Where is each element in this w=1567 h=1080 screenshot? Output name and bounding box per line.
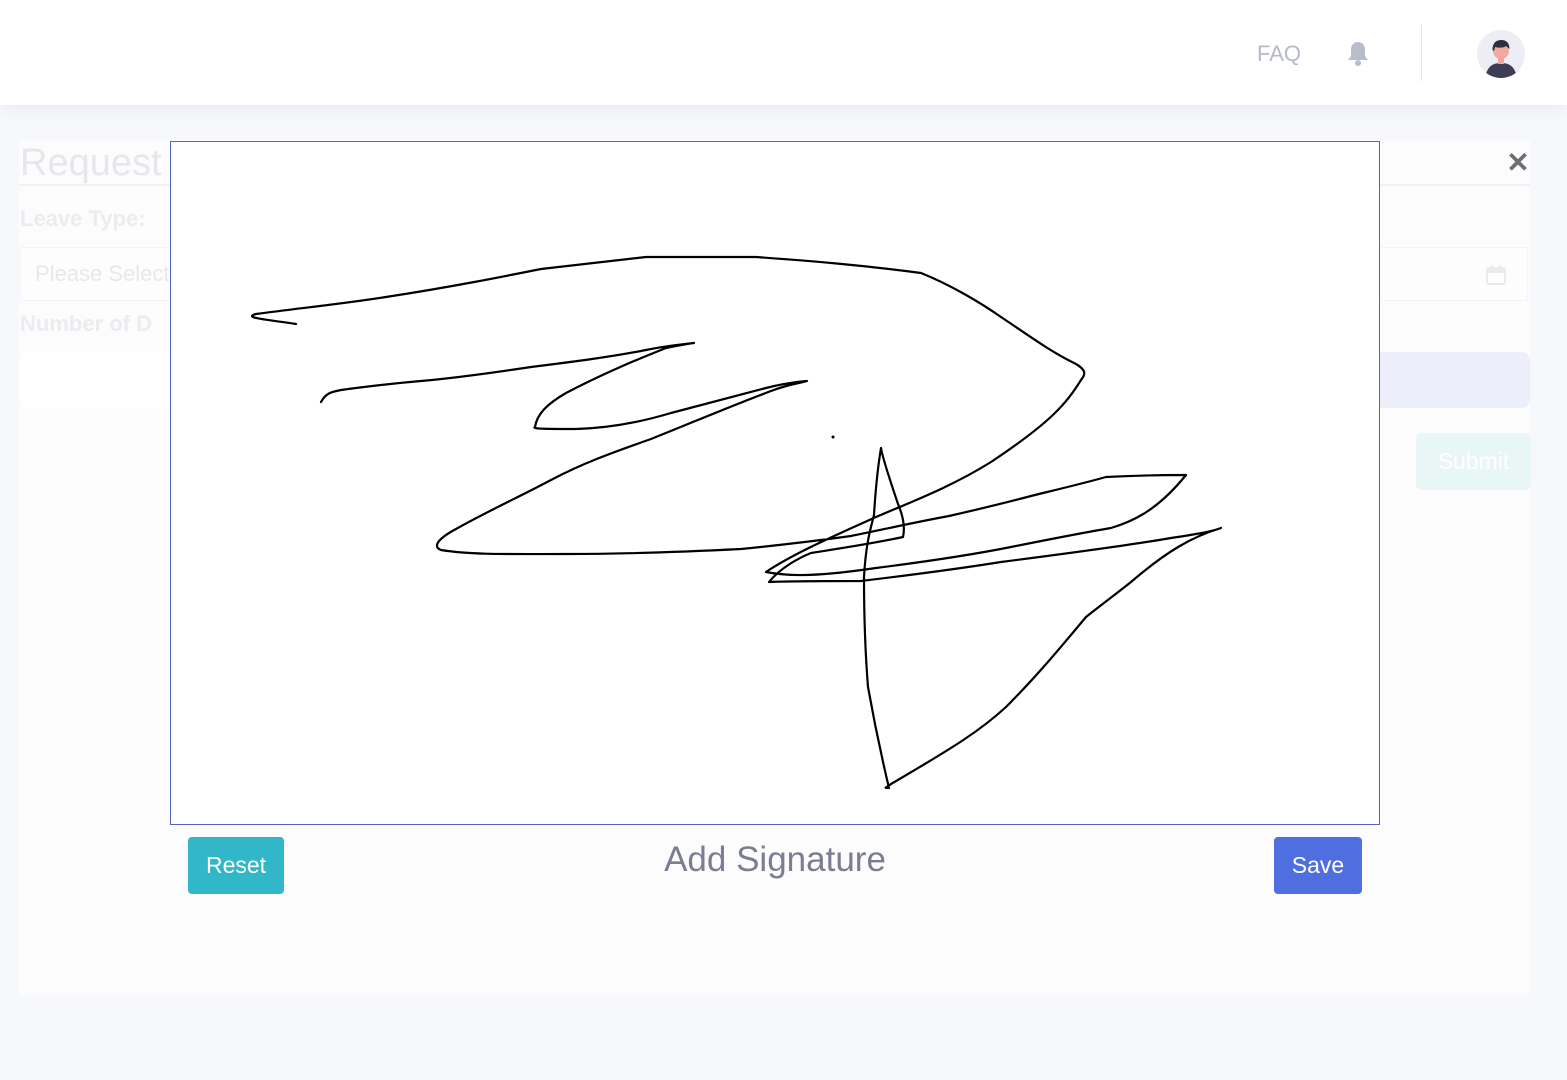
user-avatar[interactable]: [1477, 30, 1525, 78]
save-button[interactable]: Save: [1274, 837, 1362, 894]
signature-stroke: [251, 255, 1188, 577]
calendar-icon[interactable]: [1485, 264, 1507, 286]
signature-stroke-layer: [251, 255, 1223, 790]
faq-link[interactable]: FAQ: [1257, 41, 1301, 67]
signature-stroke: [767, 446, 1223, 790]
page-title: Request L: [20, 142, 194, 184]
number-of-days-addon: [1378, 352, 1530, 408]
signature-dot: [831, 435, 835, 439]
leave-type-label: Leave Type:: [20, 206, 146, 231]
modal-title: Add Signature: [664, 840, 886, 879]
leave-type-placeholder: Please Select: [35, 261, 170, 286]
number-of-days-label: Number of D: [20, 311, 152, 336]
bell-icon[interactable]: [1346, 40, 1370, 66]
top-bar: FAQ: [0, 0, 1567, 105]
header-divider: [1421, 25, 1422, 81]
close-icon[interactable]: ✕: [1506, 149, 1530, 177]
signature-canvas[interactable]: [170, 141, 1380, 825]
submit-button[interactable]: Submit: [1416, 433, 1531, 490]
reset-button[interactable]: Reset: [188, 837, 284, 894]
